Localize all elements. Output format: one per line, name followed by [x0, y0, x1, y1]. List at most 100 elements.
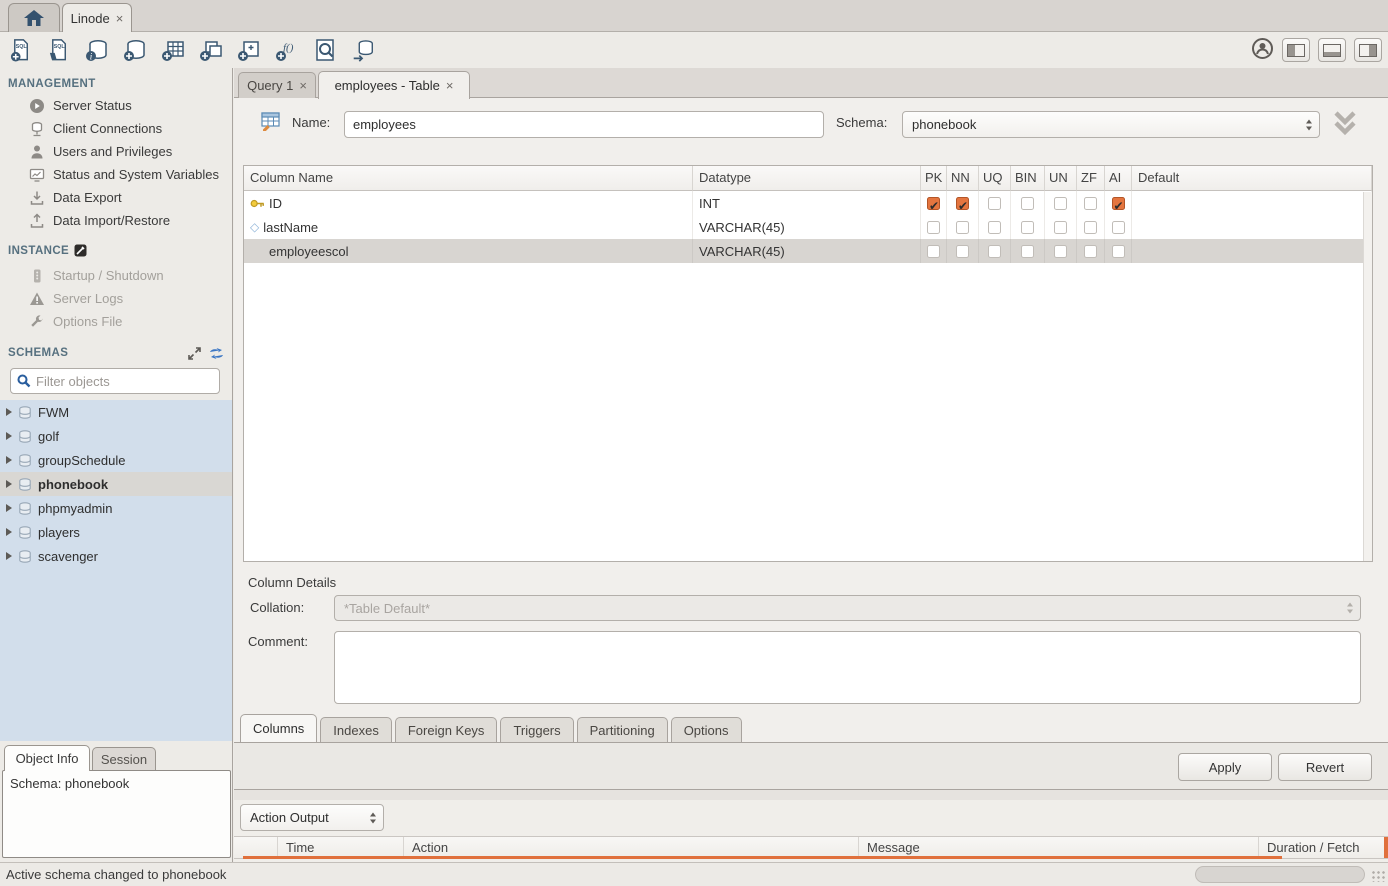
tab-options[interactable]: Options [671, 717, 742, 742]
header-pk[interactable]: PK [921, 166, 947, 191]
grid-vertical-scrollbar[interactable] [1363, 192, 1372, 561]
apply-button[interactable]: Apply [1178, 753, 1272, 781]
header-datatype[interactable]: Datatype [693, 166, 921, 191]
table-name-input[interactable] [344, 111, 824, 138]
sidebar-item-data-export[interactable]: Data Export [0, 186, 232, 209]
output-splitter[interactable] [234, 790, 1388, 800]
schema-item-scavenger[interactable]: scavenger [0, 544, 233, 568]
checkbox-un[interactable] [1054, 197, 1067, 210]
header-bin[interactable]: BIN [1011, 166, 1045, 191]
expander-icon[interactable] [6, 456, 12, 464]
expander-icon[interactable] [6, 504, 12, 512]
sidebar-item-data-import[interactable]: Data Import/Restore [0, 209, 232, 232]
sidebar-item-options-file[interactable]: Options File [0, 310, 232, 333]
checkbox-bin[interactable] [1021, 197, 1034, 210]
header-time[interactable]: Time [278, 837, 404, 858]
checkbox-pk[interactable] [927, 245, 940, 258]
checkbox-uq[interactable] [988, 221, 1001, 234]
output-selector[interactable]: Action Output [240, 804, 384, 831]
new-query-tab-icon[interactable]: SQL [8, 37, 34, 63]
checkbox-zf[interactable] [1084, 197, 1097, 210]
header-duration-fetch[interactable]: Duration / Fetch [1259, 837, 1388, 858]
create-procedure-icon[interactable] [236, 37, 262, 63]
column-datatype[interactable]: VARCHAR(45) [693, 215, 921, 239]
header-zf[interactable]: ZF [1077, 166, 1105, 191]
create-view-icon[interactable] [198, 37, 224, 63]
sidebar-item-server-status[interactable]: Server Status [0, 94, 232, 117]
sidebar-item-system-variables[interactable]: Status and System Variables [0, 163, 232, 186]
checkbox-un[interactable] [1054, 245, 1067, 258]
table-row-id[interactable]: ID INT [244, 191, 1372, 215]
expand-icon[interactable] [188, 347, 201, 360]
sidebar-item-users-privileges[interactable]: Users and Privileges [0, 140, 232, 163]
create-schema-icon[interactable] [122, 37, 148, 63]
tab-indexes[interactable]: Indexes [320, 717, 392, 742]
tab-session[interactable]: Session [92, 747, 156, 771]
checkbox-pk[interactable] [927, 221, 940, 234]
close-icon[interactable]: × [446, 78, 454, 93]
header-action[interactable]: Action [404, 837, 859, 858]
column-default[interactable] [1132, 191, 1372, 215]
tab-partitioning[interactable]: Partitioning [577, 717, 668, 742]
expander-icon[interactable] [6, 552, 12, 560]
checkbox-nn[interactable] [956, 221, 969, 234]
open-sql-script-icon[interactable]: SQL [46, 37, 72, 63]
expander-icon[interactable] [6, 408, 12, 416]
refresh-icon[interactable] [209, 347, 224, 360]
home-tab[interactable] [8, 3, 60, 32]
column-datatype[interactable]: INT [693, 191, 921, 215]
tab-foreign-keys[interactable]: Foreign Keys [395, 717, 498, 742]
checkbox-ai[interactable] [1112, 221, 1125, 234]
header-column-name[interactable]: Column Name [244, 166, 693, 191]
expand-editor-chevron-icon[interactable] [1330, 108, 1360, 143]
schema-item-phonebook[interactable]: phonebook [0, 472, 233, 496]
sidebar-item-startup-shutdown[interactable]: Startup / Shutdown [0, 264, 232, 287]
schema-item-fwm[interactable]: FWM [0, 400, 233, 424]
close-icon[interactable]: × [116, 11, 124, 26]
tab-employees-table[interactable]: employees - Table × [318, 71, 470, 99]
toggle-bottom-panel-button[interactable] [1318, 38, 1346, 62]
column-default[interactable] [1132, 215, 1372, 239]
checkbox-ai[interactable] [1112, 197, 1125, 210]
schema-item-players[interactable]: players [0, 520, 233, 544]
toggle-left-panel-button[interactable] [1282, 38, 1310, 62]
checkbox-bin[interactable] [1021, 245, 1034, 258]
search-objects-icon[interactable] [312, 37, 338, 63]
create-function-icon[interactable]: f() [274, 37, 300, 63]
toggle-right-panel-button[interactable] [1354, 38, 1382, 62]
table-row-employeescol[interactable]: employeescol VARCHAR(45) [244, 239, 1372, 263]
checkbox-bin[interactable] [1021, 221, 1034, 234]
create-table-icon[interactable] [160, 37, 186, 63]
window-resize-grip[interactable] [1371, 870, 1385, 882]
checkbox-zf[interactable] [1084, 221, 1097, 234]
header-message[interactable]: Message [859, 837, 1259, 858]
checkbox-pk[interactable] [927, 197, 940, 210]
schema-filter-input[interactable] [36, 374, 213, 389]
checkbox-uq[interactable] [988, 197, 1001, 210]
tab-columns[interactable]: Columns [240, 714, 317, 742]
sidebar-item-server-logs[interactable]: Server Logs [0, 287, 232, 310]
expander-icon[interactable] [6, 480, 12, 488]
schema-item-groupschedule[interactable]: groupSchedule [0, 448, 233, 472]
tab-query-1[interactable]: Query 1 × [238, 72, 316, 98]
tab-triggers[interactable]: Triggers [500, 717, 573, 742]
checkbox-nn[interactable] [956, 197, 969, 210]
user-circle-icon[interactable] [1251, 37, 1274, 63]
schema-item-golf[interactable]: golf [0, 424, 233, 448]
db-info-icon[interactable]: i [84, 37, 110, 63]
expander-icon[interactable] [6, 528, 12, 536]
schema-item-phpmyadmin[interactable]: phpmyadmin [0, 496, 233, 520]
reconnect-db-icon[interactable] [350, 37, 376, 63]
header-blank[interactable] [234, 837, 278, 858]
checkbox-un[interactable] [1054, 221, 1067, 234]
close-icon[interactable]: × [299, 78, 307, 93]
checkbox-uq[interactable] [988, 245, 1001, 258]
table-row-lastname[interactable]: ◇ lastName VARCHAR(45) [244, 215, 1372, 239]
checkbox-ai[interactable] [1112, 245, 1125, 258]
connection-tab-linode[interactable]: Linode × [62, 3, 132, 33]
checkbox-nn[interactable] [956, 245, 969, 258]
header-ai[interactable]: AI [1105, 166, 1132, 191]
column-datatype[interactable]: VARCHAR(45) [693, 239, 921, 263]
sidebar-item-client-connections[interactable]: Client Connections [0, 117, 232, 140]
comment-textarea[interactable] [334, 631, 1361, 704]
